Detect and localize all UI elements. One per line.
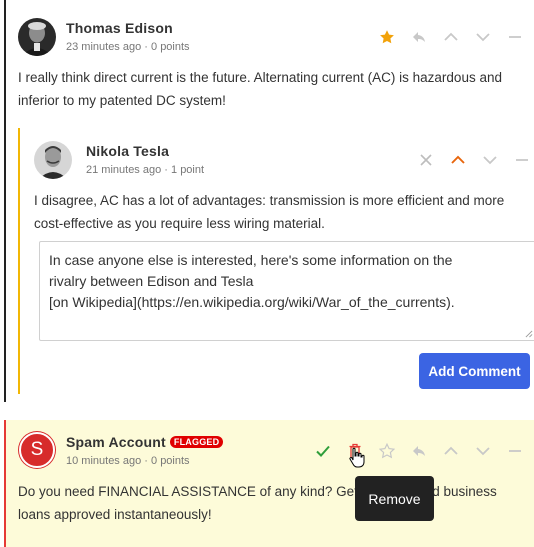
comment-actions	[371, 25, 531, 49]
downvote-icon	[475, 443, 491, 459]
meta-separator: ·	[164, 164, 168, 176]
avatar-spam: S	[19, 432, 55, 468]
reply-button[interactable]	[403, 25, 435, 49]
collapse-icon	[507, 29, 523, 45]
comment-spam: S Spam Account FLAGGED 10 minutes ago · 0…	[4, 420, 534, 547]
downvote-button[interactable]	[467, 25, 499, 49]
reply-icon	[411, 443, 427, 459]
hand-cursor-icon	[349, 447, 365, 468]
points: 1 point	[171, 164, 205, 176]
upvote-button[interactable]	[435, 439, 467, 463]
upvote-icon	[450, 152, 466, 168]
comment-meta: 10 minutes ago · 0 points	[66, 455, 190, 467]
star-button[interactable]	[371, 25, 403, 49]
comment-meta: 21 minutes ago · 1 point	[86, 164, 204, 176]
add-comment-button[interactable]: Add Comment	[419, 353, 530, 389]
comment-body: I really think direct current is the fut…	[18, 70, 502, 108]
points: 0 points	[151, 455, 190, 467]
star-button[interactable]	[371, 439, 403, 463]
downvote-icon	[475, 29, 491, 45]
downvote-button[interactable]	[474, 148, 506, 172]
collapse-icon	[507, 443, 523, 459]
timestamp: 23 minutes ago	[66, 41, 142, 53]
author-name[interactable]: Spam Account	[66, 434, 166, 450]
upvote-button[interactable]	[442, 148, 474, 172]
close-icon	[419, 153, 433, 167]
reply-textarea[interactable]: In case anyone else is interested, here'…	[39, 241, 534, 341]
timestamp: 21 minutes ago	[86, 164, 162, 176]
meta-separator: ·	[144, 41, 148, 53]
approve-button[interactable]	[307, 439, 339, 463]
check-icon	[315, 443, 331, 459]
flagged-badge: FLAGGED	[169, 436, 224, 448]
upvote-icon	[443, 443, 459, 459]
author-line: Spam Account FLAGGED	[66, 434, 224, 450]
avatar-edison	[18, 18, 56, 56]
remove-tooltip: Remove	[355, 476, 434, 521]
comment-tesla: Nikola Tesla 21 minutes ago · 1 point I …	[18, 128, 534, 394]
upvote-button[interactable]	[435, 25, 467, 49]
comment-body: I disagree, AC has a lot of advantages: …	[34, 193, 505, 231]
comment-body: Do you need FINANCIAL ASSISTANCE of any …	[18, 484, 497, 522]
downvote-icon	[482, 152, 498, 168]
reply-button[interactable]	[403, 439, 435, 463]
close-button[interactable]	[410, 148, 442, 172]
star-icon	[379, 29, 395, 45]
meta-separator: ·	[144, 455, 148, 467]
upvote-icon	[443, 29, 459, 45]
timestamp: 10 minutes ago	[66, 455, 142, 467]
comment-actions	[307, 439, 531, 463]
author-name[interactable]: Nikola Tesla	[86, 143, 169, 159]
collapse-icon	[514, 152, 530, 168]
avatar-letter: S	[30, 439, 44, 460]
downvote-button[interactable]	[467, 439, 499, 463]
collapse-button[interactable]	[506, 148, 534, 172]
reply-icon	[411, 29, 427, 45]
resize-handle-icon[interactable]	[525, 330, 533, 338]
comment-meta: 23 minutes ago · 0 points	[66, 41, 190, 53]
avatar-tesla	[34, 141, 72, 179]
star-icon	[379, 443, 395, 459]
points: 0 points	[151, 41, 190, 53]
collapse-button[interactable]	[499, 25, 531, 49]
author-name[interactable]: Thomas Edison	[66, 20, 173, 36]
comment-edison: Thomas Edison 23 minutes ago · 0 points	[4, 0, 534, 402]
collapse-button[interactable]	[499, 439, 531, 463]
comment-actions	[410, 148, 534, 172]
